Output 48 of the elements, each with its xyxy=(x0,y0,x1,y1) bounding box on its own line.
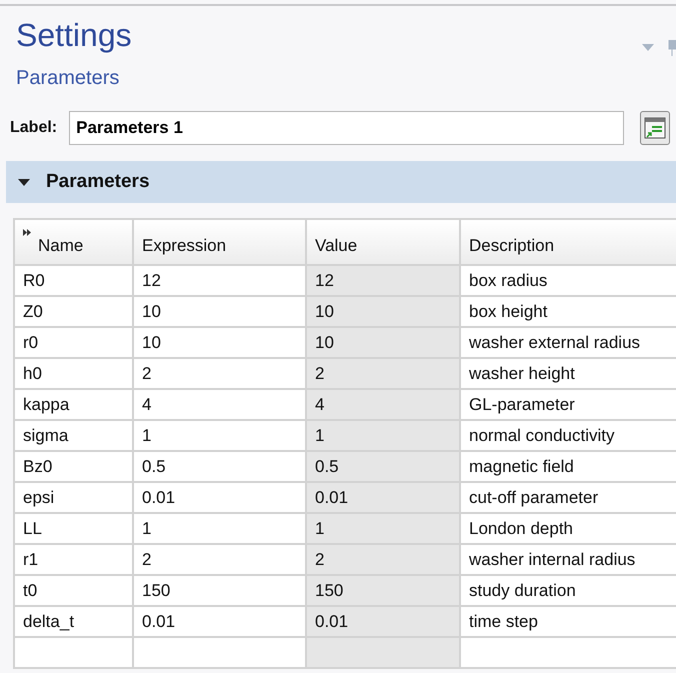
table-cell[interactable]: r0 xyxy=(14,327,133,358)
table-cell: 4 xyxy=(306,389,460,420)
table-cell[interactable]: h0 xyxy=(14,358,133,390)
table-cell: 150 xyxy=(306,575,460,606)
table-cell[interactable]: 0.5 xyxy=(133,451,306,482)
section-title: Parameters xyxy=(46,170,150,194)
table-cell[interactable]: 1 xyxy=(133,420,306,452)
table-cell[interactable]: 4 xyxy=(133,389,306,420)
panel-subtitle: Parameters xyxy=(16,66,120,92)
table-cell[interactable]: 10 xyxy=(133,327,306,358)
table-cell[interactable]: LL xyxy=(14,513,133,544)
table-cell[interactable]: R0 xyxy=(14,265,133,296)
collapse-icon[interactable] xyxy=(18,176,30,188)
label-field[interactable]: Parameters 1 xyxy=(69,111,624,146)
table-cell[interactable]: 0.01 xyxy=(133,606,306,638)
table-cell: 0.01 xyxy=(306,606,460,638)
table-cell: 0.01 xyxy=(306,482,460,514)
table-cell[interactable]: delta_t xyxy=(14,606,133,638)
label-text: Label: xyxy=(10,118,58,138)
table-cell[interactable]: r1 xyxy=(14,544,133,576)
table-cell: 12 xyxy=(306,265,460,296)
table-cell[interactable]: 1 xyxy=(133,513,306,544)
column-header[interactable]: Expression xyxy=(133,219,306,266)
table-cell[interactable]: 150 xyxy=(133,575,306,606)
table-cell[interactable]: Z0 xyxy=(14,296,133,328)
table-cell[interactable]: t0 xyxy=(14,575,133,606)
table-cell: 2 xyxy=(306,358,460,390)
table-cell[interactable]: 12 xyxy=(133,265,306,296)
table-cell: 10 xyxy=(306,327,460,358)
table-cell[interactable]: 0.01 xyxy=(133,482,306,514)
table-cell[interactable]: 10 xyxy=(133,296,306,328)
table-cell[interactable]: 2 xyxy=(133,544,306,576)
table-cell[interactable]: kappa xyxy=(14,389,133,420)
table-cell: 10 xyxy=(306,296,460,328)
table-cell: 1 xyxy=(306,420,460,452)
section-header[interactable]: Parameters xyxy=(6,161,676,204)
column-header[interactable]: Value xyxy=(306,219,460,266)
table-cell: 1 xyxy=(306,513,460,544)
table-cell[interactable]: epsi xyxy=(14,482,133,514)
expand-icon[interactable] xyxy=(23,228,32,236)
table-cell[interactable]: sigma xyxy=(14,420,133,452)
table-cell: 2 xyxy=(306,544,460,576)
table-cell[interactable]: 2 xyxy=(133,358,306,390)
settings-window-button[interactable] xyxy=(640,111,670,146)
table-cell: 0.5 xyxy=(306,451,460,482)
column-header[interactable]: Description xyxy=(460,219,676,266)
table-cell[interactable]: Bz0 xyxy=(14,451,133,482)
panel-title: Settings xyxy=(16,18,133,54)
